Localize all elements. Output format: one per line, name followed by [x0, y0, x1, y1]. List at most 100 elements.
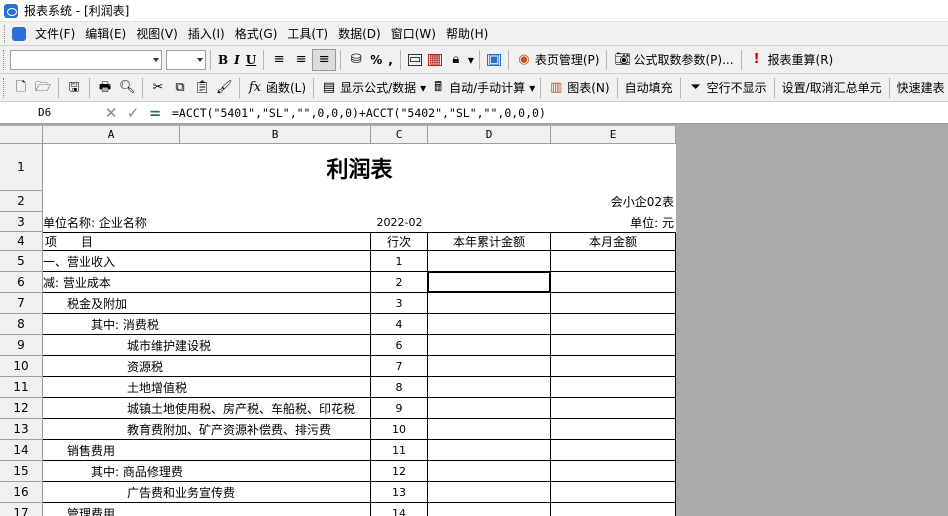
- row-month-cell[interactable]: [551, 272, 676, 293]
- select-all-corner[interactable]: [0, 126, 43, 144]
- column-header-b[interactable]: B: [180, 126, 371, 144]
- row-line-number[interactable]: 2: [371, 272, 428, 293]
- bold-button[interactable]: B: [215, 49, 231, 71]
- recalc-button[interactable]: ! 报表重算(R): [746, 49, 837, 71]
- show-formula-button[interactable]: ▤ 显示公式/数据: [318, 77, 419, 99]
- row-month-cell[interactable]: [551, 293, 676, 314]
- row-month-cell[interactable]: [551, 461, 676, 482]
- row-header[interactable]: 8: [0, 314, 43, 335]
- row-item-label[interactable]: 管理费用: [43, 503, 371, 516]
- spreadsheet[interactable]: A B C D E 1 利润表 2 会小企02表 3 单位名称: 企业名称 20…: [0, 126, 676, 516]
- column-header-a[interactable]: A: [43, 126, 180, 144]
- chart-button[interactable]: ▥ 图表(N): [545, 77, 612, 99]
- open-button[interactable]: 🗁︎: [32, 77, 54, 99]
- row-header[interactable]: 2: [0, 191, 43, 212]
- cancel-icon[interactable]: ✕: [100, 104, 122, 122]
- row-header[interactable]: 14: [0, 440, 43, 461]
- column-header-c[interactable]: C: [371, 126, 428, 144]
- row-item-label[interactable]: 其中: 商品修理费: [43, 461, 371, 482]
- percent-button[interactable]: %: [367, 49, 385, 71]
- row-item-label[interactable]: 资源税: [43, 356, 371, 377]
- row-header[interactable]: 9: [0, 335, 43, 356]
- row-line-number[interactable]: 9: [371, 398, 428, 419]
- format-painter-button[interactable]: 🖌︎: [213, 77, 235, 99]
- row-header[interactable]: 12: [0, 398, 43, 419]
- row-ytd-cell[interactable]: [428, 377, 551, 398]
- menu-view[interactable]: 视图(V): [131, 24, 183, 44]
- row-header[interactable]: 7: [0, 293, 43, 314]
- lock-dropdown[interactable]: ▾: [467, 49, 475, 71]
- lock-button[interactable]: 🔒︎: [445, 49, 467, 71]
- row-header[interactable]: 17: [0, 503, 43, 516]
- copy-button[interactable]: ⧉: [169, 77, 191, 99]
- row-line-number[interactable]: 10: [371, 419, 428, 440]
- row-ytd-cell[interactable]: [428, 461, 551, 482]
- cell-reference[interactable]: D6: [0, 106, 100, 119]
- row-month-cell[interactable]: [551, 482, 676, 503]
- currency-button[interactable]: ⛁: [345, 49, 367, 71]
- row-line-number[interactable]: 8: [371, 377, 428, 398]
- row-line-number[interactable]: 1: [371, 251, 428, 272]
- align-center-button[interactable]: ≡: [290, 49, 312, 71]
- cut-button[interactable]: ✂: [147, 77, 169, 99]
- font-name-select[interactable]: [10, 49, 162, 70]
- row-ytd-cell[interactable]: [428, 293, 551, 314]
- font-size-select[interactable]: [166, 49, 206, 70]
- row-ytd-cell[interactable]: [428, 398, 551, 419]
- row-month-cell[interactable]: [551, 314, 676, 335]
- formula-params-button[interactable]: 📷︎ 公式取数参数(P)...: [611, 49, 736, 71]
- row-line-number[interactable]: 12: [371, 461, 428, 482]
- row-line-number[interactable]: 3: [371, 293, 428, 314]
- align-left-button[interactable]: ≡: [268, 49, 290, 71]
- row-ytd-cell[interactable]: [428, 503, 551, 516]
- equals-icon[interactable]: =: [144, 104, 166, 122]
- row-header[interactable]: 1: [0, 144, 43, 191]
- row-item-label[interactable]: 减: 营业成本: [43, 272, 371, 293]
- set-summary-button[interactable]: 设置/取消汇总单元: [779, 77, 885, 99]
- row-ytd-cell[interactable]: [428, 419, 551, 440]
- menu-edit[interactable]: 编辑(E): [80, 24, 131, 44]
- menu-help[interactable]: 帮助(H): [441, 24, 493, 44]
- menu-format[interactable]: 格式(G): [230, 24, 283, 44]
- auto-calc-dropdown[interactable]: ▾: [528, 77, 536, 99]
- menu-tools[interactable]: 工具(T): [282, 24, 333, 44]
- row-ytd-cell[interactable]: [428, 356, 551, 377]
- paste-button[interactable]: 📋︎: [191, 77, 213, 99]
- align-right-button[interactable]: ≡: [312, 48, 337, 71]
- row-header[interactable]: 4: [0, 232, 43, 251]
- row-month-cell[interactable]: [551, 251, 676, 272]
- row-item-label[interactable]: 一、营业收入: [43, 251, 371, 272]
- image-button[interactable]: ▣: [484, 49, 504, 71]
- column-header-d[interactable]: D: [428, 126, 551, 144]
- formula-input[interactable]: =ACCT("5401","SL","",0,0,0)+ACCT("5402",…: [172, 106, 546, 120]
- row-line-number[interactable]: 14: [371, 503, 428, 516]
- new-button[interactable]: 🗋︎: [10, 77, 32, 99]
- row-line-number[interactable]: 4: [371, 314, 428, 335]
- menu-data[interactable]: 数据(D): [333, 24, 386, 44]
- row-header[interactable]: 6: [0, 272, 43, 293]
- row-line-number[interactable]: 6: [371, 335, 428, 356]
- print-button[interactable]: 🖶︎: [94, 77, 116, 99]
- row-item-label[interactable]: 税金及附加: [43, 293, 371, 314]
- row-item-label[interactable]: 城镇土地使用税、房产税、车船税、印花税: [43, 398, 371, 419]
- menu-insert[interactable]: 插入(I): [183, 24, 230, 44]
- row-month-cell[interactable]: [551, 356, 676, 377]
- row-ytd-cell[interactable]: [428, 251, 551, 272]
- row-month-cell[interactable]: [551, 377, 676, 398]
- row-item-label[interactable]: 城市维护建设税: [43, 335, 371, 356]
- comma-button[interactable]: ,: [385, 49, 396, 71]
- show-formula-dropdown[interactable]: ▾: [419, 77, 427, 99]
- row-item-label[interactable]: 其中: 消费税: [43, 314, 371, 335]
- row-line-number[interactable]: 11: [371, 440, 428, 461]
- border-button[interactable]: ▭: [405, 49, 425, 71]
- row-header[interactable]: 15: [0, 461, 43, 482]
- page-manage-button[interactable]: ◉ 表页管理(P): [513, 49, 603, 71]
- grid-button[interactable]: ▦: [425, 49, 445, 71]
- row-header[interactable]: 5: [0, 251, 43, 272]
- auto-calc-button[interactable]: 🖩︎ 自动/手动计算: [427, 77, 528, 99]
- row-item-label[interactable]: 销售费用: [43, 440, 371, 461]
- column-header-e[interactable]: E: [551, 126, 676, 144]
- save-button[interactable]: 🖫︎: [63, 77, 85, 99]
- row-month-cell[interactable]: [551, 419, 676, 440]
- row-header[interactable]: 3: [0, 212, 43, 232]
